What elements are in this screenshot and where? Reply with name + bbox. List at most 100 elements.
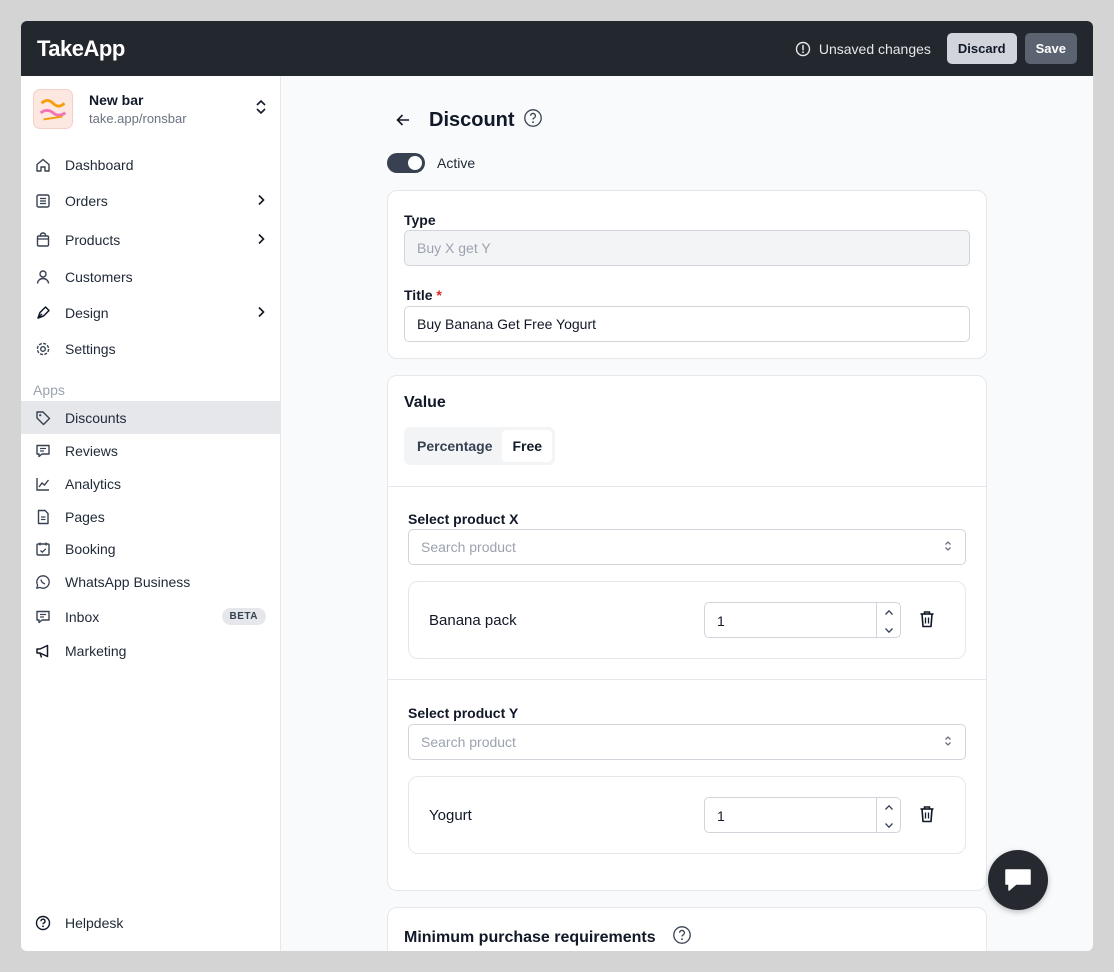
chat-button[interactable] <box>988 850 1048 910</box>
minimum-purchase-title: Minimum purchase requirements <box>404 928 656 946</box>
save-button[interactable]: Save <box>1024 33 1077 64</box>
app-logo[interactable]: TakeApp <box>37 36 125 62</box>
sidebar-item-label: Reviews <box>65 442 118 459</box>
page-title: Discount <box>429 108 515 131</box>
product-y-item: Yogurt 1 <box>408 776 966 854</box>
store-logo <box>33 89 73 129</box>
sidebar-item-booking[interactable]: Booking <box>21 532 280 565</box>
tag-icon <box>35 410 51 426</box>
active-toggle-row: Active <box>387 153 475 173</box>
sidebar-item-settings[interactable]: Settings <box>21 332 280 365</box>
value-card: Value Percentage Free Select product X S… <box>387 375 987 891</box>
sidebar-item-products[interactable]: Products <box>21 223 280 256</box>
app-window: TakeApp Unsaved changes Discard Save New… <box>21 21 1093 951</box>
bag-icon <box>35 231 51 248</box>
section-divider <box>388 679 986 680</box>
megaphone-icon <box>35 643 51 659</box>
chevron-up-down-icon[interactable] <box>254 98 268 121</box>
sidebar-item-label: Design <box>65 304 109 321</box>
orders-icon <box>35 193 51 209</box>
inbox-icon <box>35 609 51 625</box>
product-y-search[interactable]: Search product <box>408 724 966 760</box>
discard-button[interactable]: Discard <box>946 33 1017 64</box>
title-label-row: Title * <box>404 287 442 303</box>
sidebar-item-label: Customers <box>65 268 133 285</box>
sidebar-item-label: Analytics <box>65 475 122 492</box>
product-x-item: Banana pack 1 <box>408 581 966 659</box>
type-label: Type <box>404 212 436 228</box>
store-url: take.app/ronsbar <box>89 111 187 126</box>
product-y-quantity-stepper[interactable]: 1 <box>704 797 901 833</box>
product-x-search[interactable]: Search product <box>408 529 966 565</box>
chevron-right-icon <box>256 232 266 248</box>
sidebar-item-design[interactable]: Design <box>21 296 280 329</box>
sidebar-item-label: Products <box>65 231 121 248</box>
product-y-name: Yogurt <box>429 807 472 824</box>
sidebar-item-label: Discounts <box>65 409 127 426</box>
help-circle-icon[interactable] <box>672 925 692 950</box>
chart-icon <box>35 476 51 492</box>
apps-section-label: Apps <box>33 382 65 398</box>
sidebar-item-analytics[interactable]: Analytics <box>21 467 280 500</box>
sidebar-item-dashboard[interactable]: Dashboard <box>21 148 280 181</box>
sidebar-item-label: Inbox <box>65 608 100 625</box>
product-x-quantity: 1 <box>717 613 725 629</box>
details-card: Type Buy X get Y Title * Buy Banana Get … <box>387 190 987 359</box>
store-switcher[interactable]: New bar take.app/ronsbar <box>21 76 280 142</box>
sidebar-item-discounts[interactable]: Discounts <box>21 401 280 434</box>
review-icon <box>35 443 51 459</box>
chevron-right-icon <box>256 193 266 209</box>
title-input[interactable]: Buy Banana Get Free Yogurt <box>404 306 970 342</box>
required-marker: * <box>436 287 442 303</box>
option-free[interactable]: Free <box>502 430 553 462</box>
sidebar-item-orders[interactable]: Orders <box>21 184 280 217</box>
sidebar-item-inbox[interactable]: Inbox BETA <box>21 600 280 633</box>
sidebar: New bar take.app/ronsbar Dashboard Order… <box>21 76 281 951</box>
product-x-quantity-stepper[interactable]: 1 <box>704 602 901 638</box>
chevron-up-down-icon <box>943 734 953 751</box>
store-logo-icon <box>39 99 67 121</box>
value-type-selector: Percentage Free <box>404 427 556 465</box>
product-x-placeholder: Search product <box>421 539 516 555</box>
chevron-up-icon[interactable] <box>884 798 894 816</box>
chevron-down-icon[interactable] <box>884 816 894 834</box>
alert-circle-icon <box>795 41 811 56</box>
trash-icon[interactable] <box>919 610 935 633</box>
sidebar-item-whatsapp-business[interactable]: WhatsApp Business <box>21 565 280 598</box>
active-toggle[interactable] <box>387 153 425 173</box>
sidebar-item-marketing[interactable]: Marketing <box>21 634 280 667</box>
product-x-label: Select product X <box>408 511 519 527</box>
sidebar-item-label: Dashboard <box>65 156 134 173</box>
unsaved-text: Unsaved changes <box>818 40 931 57</box>
user-icon <box>35 269 51 285</box>
store-name: New bar <box>89 92 144 108</box>
chevron-down-icon[interactable] <box>884 621 894 639</box>
sidebar-item-label: Helpdesk <box>65 914 124 931</box>
chat-icon <box>1005 869 1031 891</box>
product-y-label: Select product Y <box>408 705 519 721</box>
back-button[interactable] <box>387 104 419 136</box>
sidebar-item-label: Marketing <box>65 642 127 659</box>
sidebar-item-helpdesk[interactable]: Helpdesk <box>21 906 280 939</box>
active-label: Active <box>437 155 476 171</box>
sidebar-item-label: Orders <box>65 192 108 209</box>
product-x-name: Banana pack <box>429 612 517 629</box>
chevron-right-icon <box>256 305 266 321</box>
whatsapp-icon <box>35 574 51 590</box>
page-header: Discount <box>387 104 543 136</box>
main-content: Discount Active Type Buy X get Y Title *… <box>281 76 1093 951</box>
help-circle-icon[interactable] <box>523 108 543 133</box>
sidebar-item-reviews[interactable]: Reviews <box>21 434 280 467</box>
title-label: Title <box>404 287 433 303</box>
unsaved-indicator: Unsaved changes <box>795 41 931 57</box>
sidebar-item-pages[interactable]: Pages <box>21 500 280 533</box>
document-icon <box>35 509 51 525</box>
chevron-up-icon[interactable] <box>884 603 894 621</box>
store-info: New bar take.app/ronsbar <box>89 92 187 126</box>
minimum-purchase-header: Minimum purchase requirements <box>404 925 692 950</box>
option-percentage[interactable]: Percentage <box>407 430 502 462</box>
sidebar-item-customers[interactable]: Customers <box>21 260 280 293</box>
calendar-icon <box>35 541 51 557</box>
trash-icon[interactable] <box>919 805 935 828</box>
stepper-buttons <box>876 603 900 637</box>
